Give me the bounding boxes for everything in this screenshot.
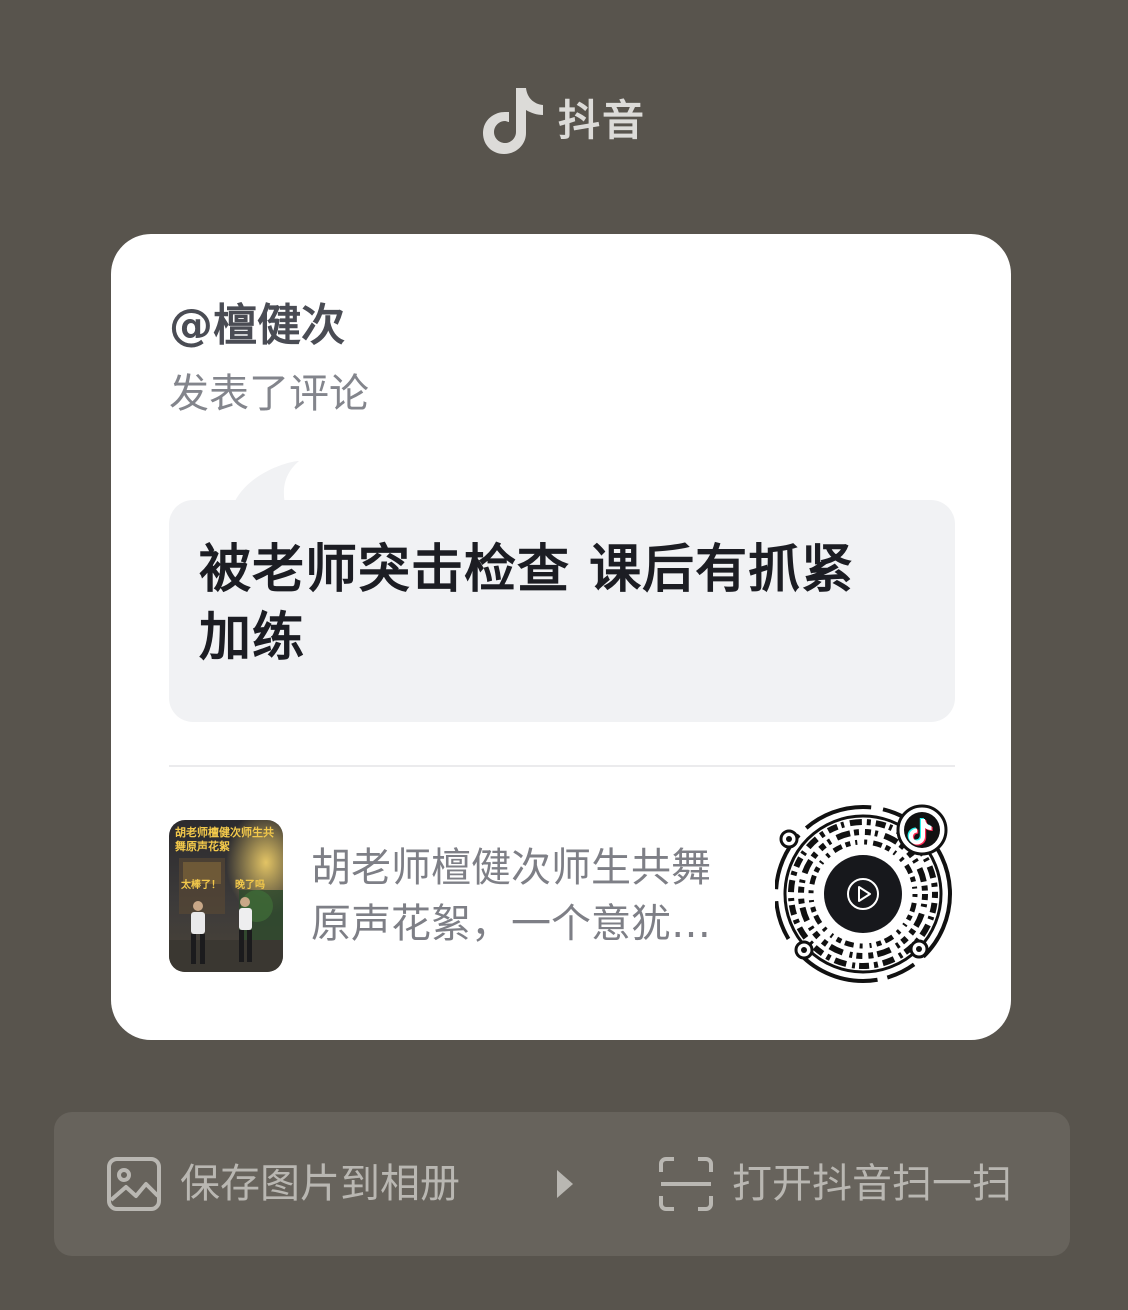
- author-name[interactable]: @檀健次: [169, 298, 345, 354]
- thumbnail-caption: 胡老师檀健次师生共舞原声花絮: [175, 826, 274, 853]
- open-scan-button[interactable]: 打开抖音扫一扫: [658, 1154, 1012, 1214]
- open-scan-label: 打开抖音扫一扫: [732, 1161, 1012, 1207]
- thumbnail-tag-left: 太棒了！: [181, 880, 221, 891]
- app-brand: 抖音: [0, 82, 1128, 158]
- scan-icon: [659, 1157, 713, 1211]
- triangle-right-icon: [557, 1170, 573, 1198]
- image-icon: [107, 1157, 161, 1211]
- save-image-label: 保存图片到相册: [180, 1161, 460, 1207]
- comment-bubble: 被老师突击检查 课后有抓紧 加练: [169, 500, 955, 722]
- tiktok-badge-icon: [896, 804, 948, 856]
- video-title-line-1: 胡老师檀健次师生共舞: [311, 845, 711, 891]
- comment-line-2: 加练: [199, 608, 306, 668]
- video-title-line-2: 原声花絮，一个意犹…: [311, 901, 711, 947]
- video-title[interactable]: 胡老师檀健次师生共舞 原声花絮，一个意犹…: [311, 840, 751, 952]
- comment-line-1: 被老师突击检查 课后有抓紧: [199, 540, 855, 600]
- comment-share-card: @檀健次 发表了评论 被老师突击检查 课后有抓紧 加练 胡老师檀健次师生共舞原声…: [111, 234, 1011, 1040]
- qr-code-icon: [775, 804, 952, 983]
- video-thumbnail[interactable]: 胡老师檀健次师生共舞原声花絮 太棒了！ 晚了吗: [169, 820, 283, 972]
- thumbnail-tag-right: 晚了吗: [235, 880, 265, 891]
- bottom-action-bar: 保存图片到相册 打开抖音扫一扫: [54, 1112, 1070, 1256]
- divider: [169, 765, 955, 767]
- action-text: 发表了评论: [169, 371, 369, 417]
- save-image-button[interactable]: 保存图片到相册: [106, 1154, 460, 1214]
- tiktok-note-icon: [482, 88, 543, 154]
- app-name: 抖音: [557, 96, 646, 145]
